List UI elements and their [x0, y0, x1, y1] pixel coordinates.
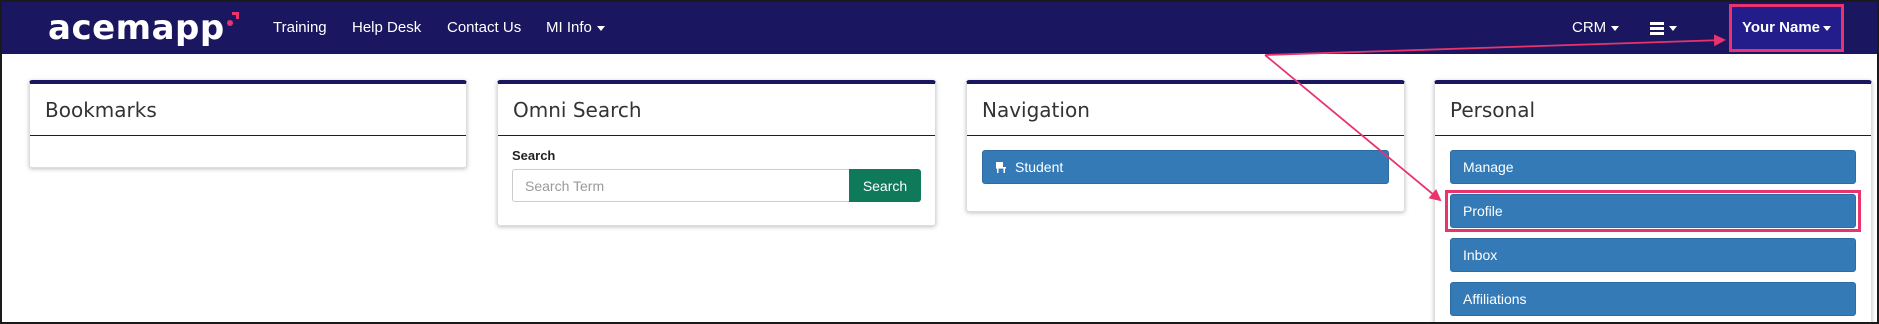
crm-label: CRM: [1572, 19, 1607, 36]
student-label: Student: [1015, 159, 1064, 175]
user-name-dropdown[interactable]: Your Name: [1729, 4, 1844, 52]
search-button[interactable]: Search: [849, 169, 921, 202]
inbox-button[interactable]: Inbox: [1450, 238, 1856, 272]
logo-mark-icon: [226, 12, 241, 28]
nav-contact-us-link[interactable]: Contact Us: [447, 2, 521, 54]
chevron-down-icon: [1823, 25, 1832, 31]
top-navbar: acemapp Training Help Desk Contact Us MI…: [2, 2, 1877, 54]
chevron-down-icon: [1611, 25, 1620, 31]
profile-highlight-box: [1445, 190, 1861, 232]
search-label: Search: [512, 148, 556, 163]
app-window: acemapp Training Help Desk Contact Us MI…: [0, 0, 1879, 324]
mi-info-label: MI Info: [546, 19, 592, 36]
nav-crm-dropdown[interactable]: CRM: [1572, 2, 1620, 54]
manage-button[interactable]: Manage: [1450, 150, 1856, 184]
student-desk-icon: [995, 152, 1007, 184]
nav-help-desk-link[interactable]: Help Desk: [352, 2, 421, 54]
omni-search-title: Omni Search: [498, 84, 935, 136]
logo-text: acemapp: [48, 8, 225, 48]
chevron-down-icon: [1669, 25, 1677, 31]
bookmarks-title: Bookmarks: [30, 84, 466, 136]
nav-training-link[interactable]: Training: [273, 2, 327, 54]
omni-search-panel: Omni Search Search Search: [497, 80, 936, 226]
acemapp-logo[interactable]: acemapp: [48, 8, 241, 48]
navigation-panel: Navigation: [966, 80, 1405, 212]
student-button[interactable]: Student: [982, 150, 1389, 184]
nav-menu-dropdown[interactable]: [1650, 2, 1677, 54]
bookmarks-panel: Bookmarks: [29, 80, 467, 168]
nav-mi-info-dropdown[interactable]: MI Info: [546, 2, 605, 54]
hamburger-icon: [1650, 22, 1664, 35]
user-name-label: Your Name: [1741, 19, 1821, 36]
navigation-title: Navigation: [967, 84, 1404, 136]
chevron-down-icon: [596, 25, 605, 31]
personal-title: Personal: [1435, 84, 1871, 136]
search-input[interactable]: [512, 169, 849, 202]
affiliations-button[interactable]: Affiliations: [1450, 282, 1856, 316]
